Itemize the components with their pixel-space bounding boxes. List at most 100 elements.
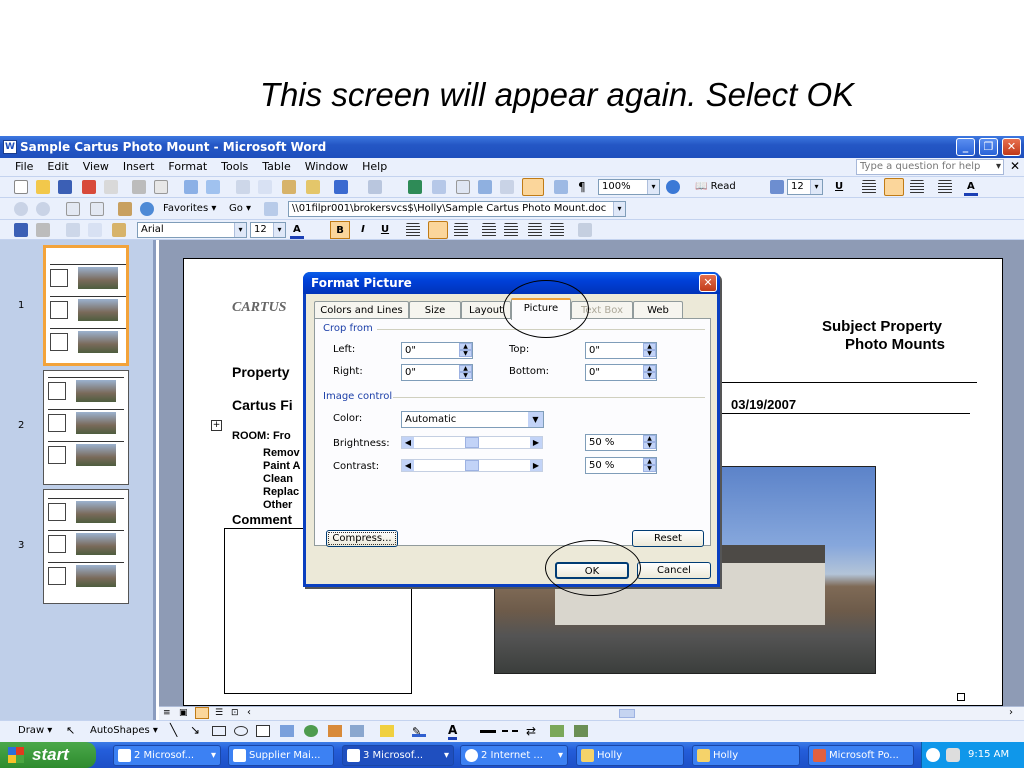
taskbar-item-word-group[interactable]: 2 Microsof... ▾: [113, 745, 221, 766]
scroll-thumb[interactable]: [619, 709, 635, 718]
contrast-spinner[interactable]: 50 % ▲ ▼: [585, 457, 657, 474]
help-search-box[interactable]: Type a question for help: [856, 159, 1004, 175]
increase-indent-icon[interactable]: [550, 223, 564, 237]
menu-view[interactable]: View: [76, 158, 116, 173]
favorites-menu[interactable]: Favorites ▾: [160, 200, 219, 218]
font-color-icon-3[interactable]: A: [448, 723, 458, 740]
scroll-left-icon[interactable]: ‹: [247, 707, 251, 718]
compress-button[interactable]: Compress...: [326, 530, 398, 547]
tab-web[interactable]: Web: [633, 301, 683, 319]
address-field[interactable]: \\01filpr001\brokersvcs$\Holly\Sample Ca…: [288, 201, 626, 217]
decrease-indent-icon[interactable]: [528, 223, 542, 237]
reset-button[interactable]: Reset: [632, 530, 704, 547]
top-spinner[interactable]: 0" ▲ ▼: [585, 342, 657, 359]
read-button[interactable]: 📖 Read: [692, 178, 739, 196]
bottom-spinner[interactable]: 0" ▲ ▼: [585, 364, 657, 381]
search-web-icon[interactable]: [140, 202, 154, 216]
redo-icon[interactable]: [368, 180, 382, 194]
taskbar-item-supplier[interactable]: Supplier Mai...: [228, 745, 334, 766]
align-center-icon[interactable]: [884, 178, 904, 196]
restore-button[interactable]: ❐: [979, 138, 998, 156]
volume-icon[interactable]: [946, 748, 960, 762]
undo-icon[interactable]: [334, 180, 348, 194]
bullets-icon[interactable]: [938, 180, 952, 194]
new-document-icon[interactable]: [14, 180, 28, 194]
brightness-spinner[interactable]: 50 % ▲ ▼: [585, 434, 657, 451]
align-right-icon-2[interactable]: [454, 223, 468, 237]
cut-icon-2[interactable]: [66, 223, 80, 237]
paste-icon-2[interactable]: [112, 223, 126, 237]
dialog-close-button[interactable]: ✕: [699, 274, 717, 292]
thumbnail-page-1[interactable]: [43, 245, 129, 366]
start-button[interactable]: start: [0, 742, 96, 768]
menu-edit[interactable]: Edit: [40, 158, 75, 173]
menu-insert[interactable]: Insert: [116, 158, 162, 173]
open-folder-icon[interactable]: [36, 180, 50, 194]
copy-icon[interactable]: [258, 180, 272, 194]
arrow-icon[interactable]: ↘: [190, 723, 200, 737]
align-left-icon-2[interactable]: [406, 223, 420, 237]
columns-icon[interactable]: [500, 180, 514, 194]
dash-style-icon[interactable]: [502, 730, 518, 732]
cancel-button[interactable]: Cancel: [637, 562, 711, 579]
paste-icon[interactable]: [282, 180, 296, 194]
save-icon[interactable]: [58, 180, 72, 194]
brightness-slider[interactable]: ◀ ▶: [401, 436, 543, 449]
menu-help[interactable]: Help: [355, 158, 394, 173]
insert-table-icon[interactable]: [456, 180, 470, 194]
zoom-select[interactable]: 100% ▾: [598, 179, 660, 195]
select-objects-icon[interactable]: ↖: [66, 724, 75, 737]
print-icon-2[interactable]: [36, 223, 50, 237]
textbox-icon[interactable]: [256, 725, 270, 737]
table-move-handle-icon[interactable]: +: [211, 420, 222, 431]
oval-icon[interactable]: [234, 726, 248, 736]
tab-picture[interactable]: Picture: [511, 298, 571, 320]
arrow-style-icon[interactable]: ⇄: [526, 724, 536, 738]
menu-file[interactable]: File: [8, 158, 40, 173]
menu-window[interactable]: Window: [298, 158, 355, 173]
line-style-icon[interactable]: [480, 730, 496, 733]
underline-button[interactable]: U: [376, 221, 394, 239]
taskbar-item-internet[interactable]: 2 Internet ... ▾: [460, 745, 568, 766]
styles-icon[interactable]: [770, 180, 784, 194]
tab-colors-and-lines[interactable]: Colors and Lines: [314, 301, 409, 319]
menu-format[interactable]: Format: [161, 158, 214, 173]
wordart-icon[interactable]: [280, 725, 294, 737]
horizontal-scrollbar[interactable]: ≡ ▣ ☰ ⊡ ‹ ›: [159, 706, 1024, 720]
permission-icon[interactable]: [82, 180, 96, 194]
cut-icon[interactable]: [236, 180, 250, 194]
left-spinner[interactable]: 0" ▲ ▼: [401, 342, 473, 359]
print-icon[interactable]: [132, 180, 146, 194]
bold-button[interactable]: B: [330, 221, 350, 239]
show-formatting-icon[interactable]: ¶: [575, 178, 589, 196]
rectangle-icon[interactable]: [212, 726, 226, 736]
contrast-slider-thumb[interactable]: [465, 460, 479, 471]
font-size-select[interactable]: 12 ▾: [250, 222, 286, 238]
align-left-icon[interactable]: [862, 180, 876, 194]
show-web-toolbar-icon[interactable]: [264, 202, 278, 216]
print-preview-icon[interactable]: [154, 180, 168, 194]
contrast-slider[interactable]: ◀ ▶: [401, 459, 543, 472]
tables-borders-icon[interactable]: [432, 180, 446, 194]
tab-size[interactable]: Size: [409, 301, 461, 319]
align-center-icon-2[interactable]: [428, 221, 448, 239]
diagram-icon[interactable]: [304, 725, 318, 737]
numbering-icon[interactable]: [482, 223, 496, 237]
thumbnail-page-3[interactable]: [43, 489, 129, 604]
taskbar-item-holly-1[interactable]: Holly: [576, 745, 684, 766]
normal-view-icon[interactable]: ≡: [163, 708, 171, 718]
forward-icon[interactable]: [36, 202, 50, 216]
research-icon[interactable]: [206, 180, 220, 194]
insert-picture-icon[interactable]: [350, 725, 364, 737]
minimize-button[interactable]: _: [956, 138, 975, 156]
font-size-select-right[interactable]: 12 ▾: [787, 179, 823, 195]
outline-view-icon[interactable]: ☰: [215, 708, 223, 718]
taskbar-item-powerpoint[interactable]: Microsoft Po...: [808, 745, 914, 766]
copy-icon-2[interactable]: [88, 223, 102, 237]
insert-hyperlink-icon[interactable]: [408, 180, 422, 194]
font-color-icon-2[interactable]: A: [290, 221, 304, 239]
right-spinner[interactable]: 0" ▲ ▼: [401, 364, 473, 381]
fill-color-icon[interactable]: [380, 725, 394, 737]
line-color-icon[interactable]: ✎: [412, 725, 426, 738]
insert-excel-icon[interactable]: [478, 180, 492, 194]
